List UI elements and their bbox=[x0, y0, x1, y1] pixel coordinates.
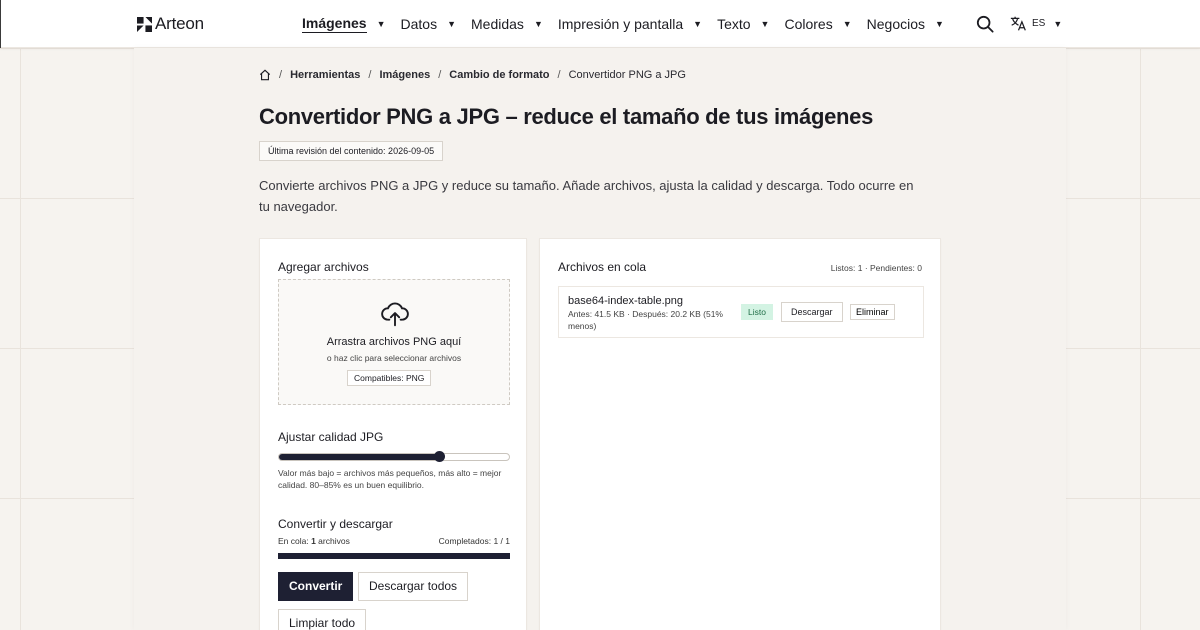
language-code: ES bbox=[1032, 18, 1046, 29]
queue-suffix: archivos bbox=[315, 536, 350, 546]
quality-slider-thumb[interactable] bbox=[434, 451, 445, 462]
page-intro: Convierte archivos PNG a JPG y reduce su… bbox=[259, 178, 914, 214]
file-queue-title: Archivos en cola bbox=[558, 260, 647, 274]
convert-progress-fill bbox=[278, 553, 510, 559]
caret-down-icon: ▼ bbox=[842, 19, 852, 29]
nav-item-imagenes[interactable]: Imágenes ▼ bbox=[302, 15, 386, 33]
file-row: base64-index-table.png Antes: 41.5 KB · … bbox=[558, 286, 924, 338]
caret-down-icon: ▼ bbox=[1053, 18, 1063, 29]
breadcrumb-separator: / bbox=[279, 69, 283, 81]
breadcrumb: / Herramientas / Imágenes / Cambio de fo… bbox=[259, 69, 686, 81]
file-dropzone[interactable]: Arrastra archivos PNG aquí o haz clic pa… bbox=[278, 279, 510, 405]
brand-name: Arteon bbox=[155, 14, 204, 33]
convert-progress-bar bbox=[278, 553, 510, 559]
nav-item-colores[interactable]: Colores ▼ bbox=[784, 15, 851, 33]
caret-down-icon: ▼ bbox=[935, 19, 944, 29]
completed-count: Completados: 1 / 1 bbox=[438, 536, 510, 546]
nav-label: Impresión y pantalla bbox=[557, 16, 684, 32]
queue-stats: Listos: 1 · Pendientes: 0 bbox=[830, 263, 922, 273]
quality-slider[interactable] bbox=[278, 451, 510, 462]
breadcrumb-link-cambio-formato[interactable]: Cambio de formato bbox=[449, 69, 549, 81]
nav-label: Colores bbox=[784, 16, 833, 32]
main-nav: Imágenes ▼ Datos ▼ Medidas ▼ Impresión y pa… bbox=[302, 15, 959, 33]
cloud-upload-icon bbox=[381, 302, 409, 327]
breadcrumb-separator: / bbox=[557, 69, 561, 81]
caret-down-icon: ▼ bbox=[533, 19, 543, 29]
nav-item-impresion[interactable]: Impresión y pantalla ▼ bbox=[558, 15, 702, 33]
nav-label: Imágenes bbox=[302, 15, 367, 33]
caret-down-icon: ▼ bbox=[693, 19, 703, 29]
revision-badge: Última revisión del contenido: 2026-09-0… bbox=[259, 141, 444, 161]
file-size-info: Antes: 41.5 KB · Después: 20.2 KB (51% m… bbox=[568, 309, 723, 331]
convert-title: Convertir y descargar bbox=[278, 517, 393, 531]
quality-title: Ajustar calidad JPG bbox=[278, 430, 384, 444]
remove-file-button[interactable]: Eliminar bbox=[850, 304, 895, 320]
queue-count-text: En cola: 1 archivos bbox=[278, 536, 350, 546]
convert-button[interactable]: Convertir bbox=[278, 572, 354, 601]
site-header: Arteon Imágenes ▼ Datos ▼ Medidas ▼ Impresi… bbox=[0, 0, 1200, 48]
convert-stats: En cola: 1 archivos Completados: 1 / 1 bbox=[278, 536, 510, 546]
main-content: / Herramientas / Imágenes / Cambio de fo… bbox=[134, 48, 1066, 630]
translate-icon bbox=[1010, 16, 1026, 31]
breadcrumb-current: Convertidor PNG a JPG bbox=[568, 69, 686, 81]
language-selector[interactable]: ES ▼ bbox=[1010, 15, 1062, 32]
search-icon[interactable] bbox=[976, 15, 994, 33]
breadcrumb-link-imagenes[interactable]: Imágenes bbox=[379, 69, 430, 81]
caret-down-icon: ▼ bbox=[760, 19, 770, 29]
nav-item-medidas[interactable]: Medidas ▼ bbox=[471, 15, 543, 33]
nav-label: Texto bbox=[717, 16, 751, 32]
breadcrumb-separator: / bbox=[368, 69, 372, 81]
status-badge: Listo bbox=[741, 304, 773, 320]
queue-prefix: En cola: bbox=[278, 536, 312, 546]
nav-label: Medidas bbox=[471, 16, 524, 32]
clear-all-button[interactable]: Limpiar todo bbox=[278, 609, 367, 630]
page-title: Convertidor PNG a JPG – reduce el tamaño… bbox=[259, 104, 874, 129]
dropzone-subtitle: o haz clic para seleccionar archivos bbox=[326, 353, 462, 363]
brand-logo[interactable]: Arteon bbox=[137, 14, 204, 34]
download-all-button[interactable]: Descargar todos bbox=[358, 572, 469, 601]
brand-mark-icon bbox=[137, 16, 152, 32]
nav-item-datos[interactable]: Datos ▼ bbox=[401, 15, 457, 33]
nav-label: Datos bbox=[400, 16, 438, 32]
file-queue-panel: Archivos en cola Listos: 1 · Pendientes:… bbox=[539, 238, 941, 630]
nav-label: Negocios bbox=[866, 16, 926, 32]
nav-item-negocios[interactable]: Negocios ▼ bbox=[867, 15, 944, 33]
breadcrumb-separator: / bbox=[438, 69, 442, 81]
add-files-title: Agregar archivos bbox=[278, 260, 369, 274]
caret-down-icon: ▼ bbox=[447, 19, 457, 29]
file-name: base64-index-table.png bbox=[568, 295, 683, 307]
breadcrumb-link-herramientas[interactable]: Herramientas bbox=[290, 69, 360, 81]
compatible-formats-badge: Compatibles: PNG bbox=[347, 370, 432, 386]
dropzone-title: Arrastra archivos PNG aquí bbox=[326, 336, 462, 348]
caret-down-icon: ▼ bbox=[376, 19, 386, 29]
nav-item-texto[interactable]: Texto ▼ bbox=[717, 15, 769, 33]
download-file-button[interactable]: Descargar bbox=[781, 302, 843, 322]
quality-slider-fill bbox=[279, 454, 440, 460]
home-icon[interactable] bbox=[259, 69, 271, 81]
add-files-panel: Agregar archivos Arrastra archivos PNG a… bbox=[259, 238, 527, 630]
quality-hint: Valor más bajo = archivos más pequeños, … bbox=[278, 468, 502, 490]
